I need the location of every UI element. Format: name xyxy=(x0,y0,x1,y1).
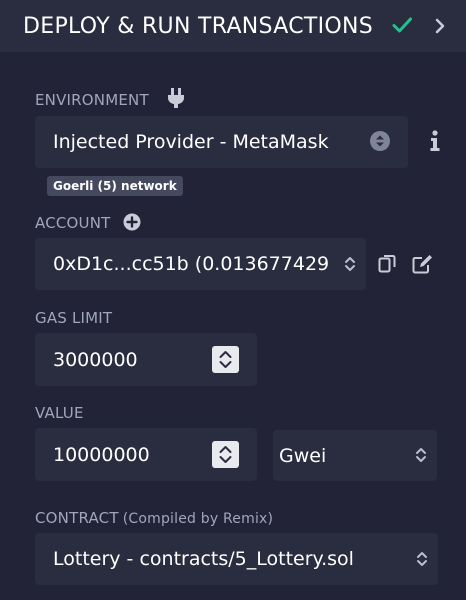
account-label: ACCOUNT xyxy=(35,214,111,232)
number-stepper-icon[interactable] xyxy=(212,346,239,373)
account-select[interactable]: 0xD1c...cc51b (0.013677429 xyxy=(35,238,366,290)
chevron-right-icon[interactable] xyxy=(434,18,446,34)
select-arrows-icon xyxy=(345,257,355,271)
contract-sublabel: (Compiled by Remix) xyxy=(122,511,274,527)
contract-select[interactable]: Lottery - contracts/5_Lottery.sol xyxy=(35,533,438,585)
number-stepper-icon[interactable] xyxy=(212,441,239,468)
environment-label: ENVIRONMENT xyxy=(35,91,149,109)
gas-limit-label: GAS LIMIT xyxy=(35,309,113,327)
panel-title: DEPLOY & RUN TRANSACTIONS xyxy=(23,14,374,39)
select-arrows-icon xyxy=(417,552,427,566)
select-arrows-icon xyxy=(416,448,426,462)
plug-icon xyxy=(168,88,184,108)
gas-limit-input[interactable]: 3000000 xyxy=(35,333,257,386)
value-input[interactable]: 10000000 xyxy=(35,428,257,481)
contract-label: CONTRACT (Compiled by Remix) xyxy=(35,509,274,527)
value-label: VALUE xyxy=(35,404,84,422)
panel-header: DEPLOY & RUN TRANSACTIONS xyxy=(0,0,466,52)
contract-value: Lottery - contracts/5_Lottery.sol xyxy=(53,548,354,570)
environment-select[interactable]: Injected Provider - MetaMask xyxy=(35,116,408,168)
environment-value: Injected Provider - MetaMask xyxy=(53,131,329,153)
account-value: 0xD1c...cc51b (0.013677429 xyxy=(53,253,330,275)
edit-icon[interactable] xyxy=(412,254,433,274)
value-amount: 10000000 xyxy=(53,443,150,466)
plus-circle-icon[interactable] xyxy=(123,213,141,231)
value-unit-select[interactable]: Gwei xyxy=(273,430,437,481)
check-icon xyxy=(392,17,412,33)
select-arrows-icon xyxy=(370,131,390,151)
copy-icon[interactable] xyxy=(378,254,396,274)
network-badge: Goerli (5) network xyxy=(47,176,183,196)
value-unit: Gwei xyxy=(279,444,327,467)
gas-limit-value: 3000000 xyxy=(53,348,138,371)
info-icon[interactable] xyxy=(429,130,441,152)
